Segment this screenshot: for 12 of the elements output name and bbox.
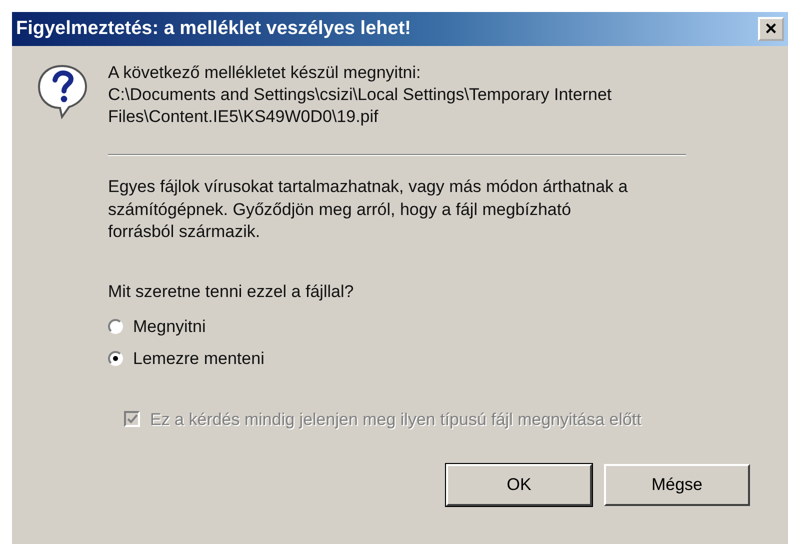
cancel-button[interactable]: Mégse — [604, 464, 750, 506]
radio-button[interactable] — [108, 319, 123, 334]
option-label[interactable]: Megnyitni — [133, 314, 206, 340]
file-path: C:\Documents and Settings\csizi\Local Settings\Temporary Internet Files\Content.IE5\KS49W0D0\19.pif — [108, 84, 613, 128]
option-label[interactable]: Lemezre menteni — [133, 346, 264, 372]
window-title: Figyelmeztetés: a melléklet veszélyes lehet! — [16, 16, 411, 41]
radio-button[interactable] — [108, 351, 123, 366]
warning-text: Egyes fájlok vírusokat tartalmazhatnak, vagy más módon árthatnak a számítógépnek. Győződjön meg arról, hogy a fájl megbízható forrásból származik. — [108, 176, 628, 243]
close-button[interactable]: × — [758, 17, 784, 41]
intro-text: A következő mellékletet készül megnyitni: — [108, 62, 422, 84]
question-text: Mit szeretne tenni ezzel a fájllal? — [108, 280, 355, 302]
ok-button[interactable]: OK — [446, 464, 592, 506]
